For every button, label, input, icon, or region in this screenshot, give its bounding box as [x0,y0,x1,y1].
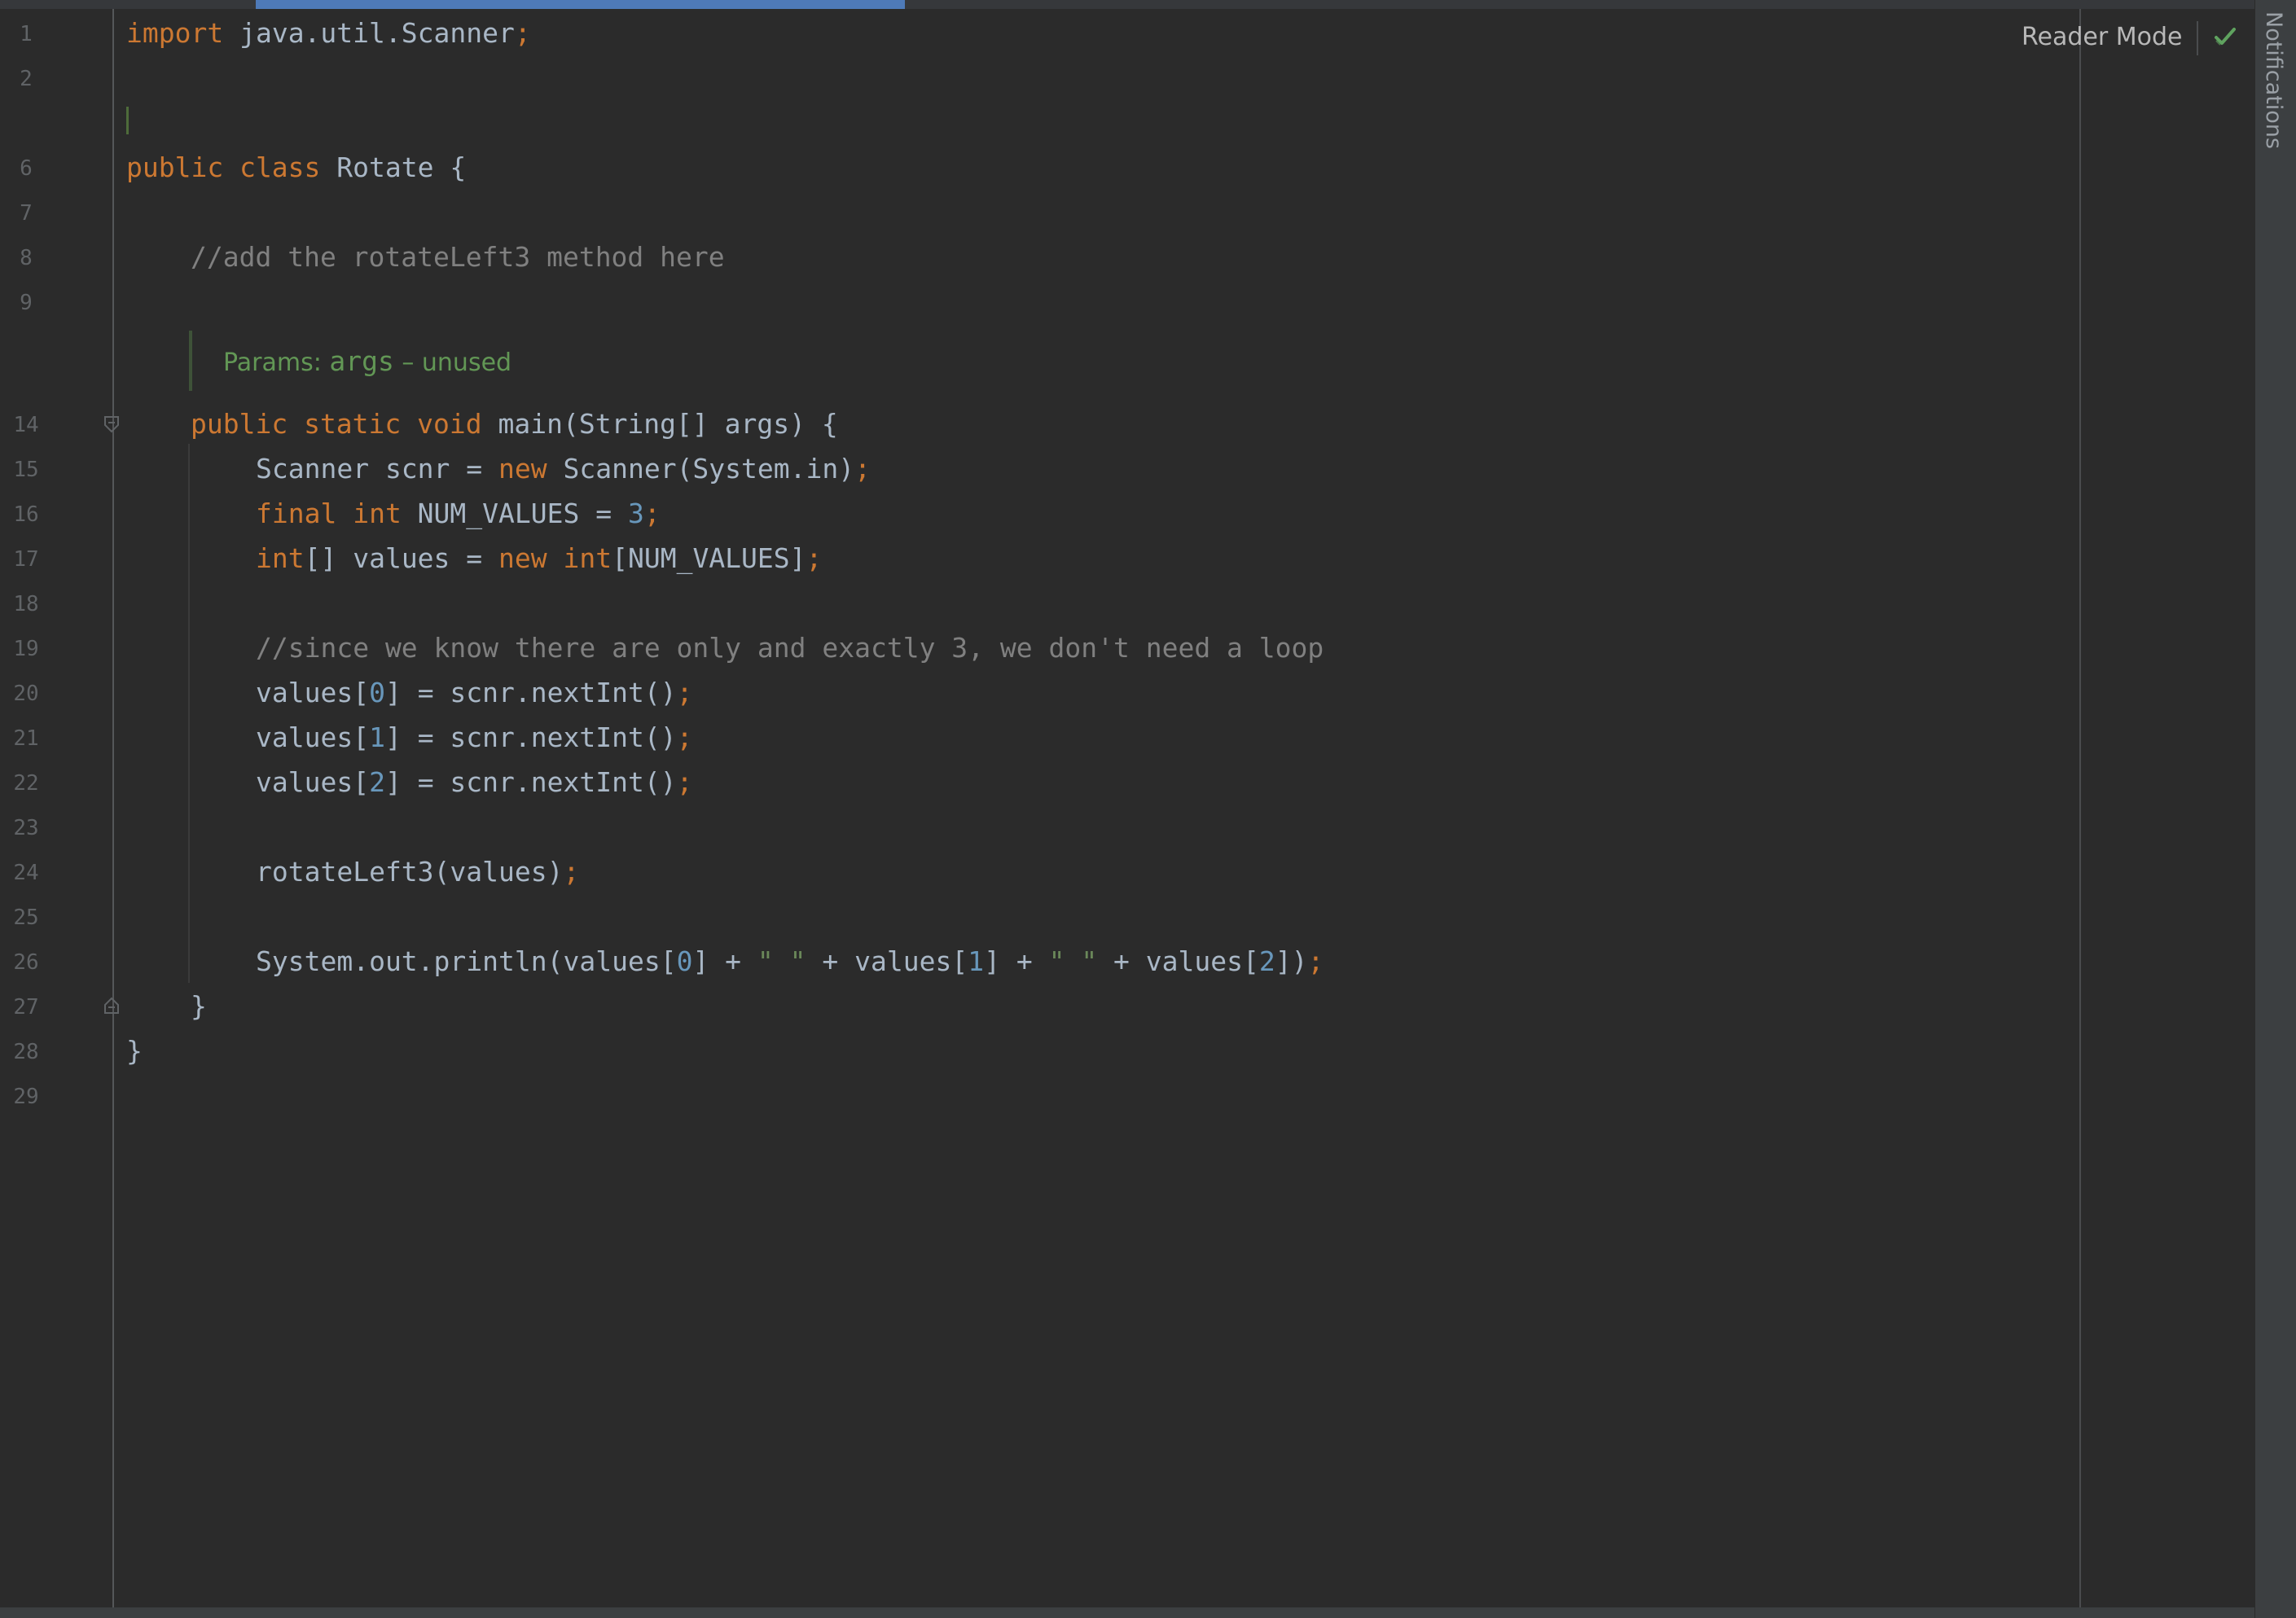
code-line-6[interactable]: public class Rotate { [126,150,466,186]
line-number: 21 [13,726,39,751]
line-number: 27 [13,995,39,1019]
code-line-22[interactable]: values[2] = scnr.nextInt(); [256,765,692,800]
code-line-19[interactable]: //since we know there are only and exact… [256,630,1324,666]
loading-progress-bar [256,0,905,9]
right-tool-window-strip [2254,0,2296,1618]
notifications-tab[interactable]: Notifications [2261,11,2286,149]
line-number: 15 [13,458,39,482]
line-number: 7 [20,201,33,226]
code-line-20[interactable]: values[0] = scnr.nextInt(); [256,675,692,711]
line-number: 18 [13,592,39,616]
code-line-16[interactable]: final int NUM_VALUES = 3; [256,496,661,532]
code-line-26[interactable]: System.out.println(values[0] + " " + val… [256,944,1324,980]
reader-mode-button[interactable]: Reader Mode [2022,23,2182,51]
text-caret [126,107,129,134]
line-number: 2 [20,67,33,91]
line-number: 17 [13,547,39,572]
code-line-28[interactable]: } [126,1033,143,1069]
line-number: 25 [13,905,39,930]
toolbar-separator [2197,21,2198,55]
parameter-inlay-hint: Params: args – unused [189,331,762,391]
line-number: 9 [20,291,33,315]
line-number: 23 [13,816,39,840]
line-number: 14 [13,413,39,437]
code-line-15[interactable]: Scanner scnr = new Scanner(System.in); [256,451,871,487]
line-number: 20 [13,682,39,706]
line-number: 26 [13,950,39,975]
loading-progress-track [0,0,2254,9]
code-line-24[interactable]: rotateLeft3(values); [256,854,579,890]
fold-collapse-icon[interactable] [103,415,120,433]
code-line-14[interactable]: public static void main(String[] args) { [191,406,838,442]
line-number: 22 [13,771,39,796]
line-number: 28 [13,1040,39,1064]
fold-end-icon[interactable] [103,997,120,1015]
code-line-21[interactable]: values[1] = scnr.nextInt(); [256,720,692,756]
status-bar [0,1607,2254,1618]
code-line-27[interactable]: } [191,989,207,1024]
line-number: 19 [13,637,39,661]
line-number: 1 [20,22,33,46]
line-number: 16 [13,502,39,527]
keyword: import [126,17,224,49]
check-icon[interactable] [2213,24,2237,53]
code-line-8[interactable]: //add the rotateLeft3 method here [191,239,725,275]
line-number: 24 [13,861,39,885]
line-number: 8 [20,246,33,270]
indent-guide [188,444,190,983]
code-line-1[interactable]: import java.util.Scanner; [126,15,531,51]
right-margin-guide [2079,9,2081,1607]
line-number: 29 [13,1085,39,1109]
code-editor[interactable]: 1 2 6 7 8 9 14 15 16 17 18 19 20 21 22 2… [0,0,2254,1618]
code-line-17[interactable]: int[] values = new int[NUM_VALUES]; [256,541,822,577]
line-number: 6 [20,156,33,181]
